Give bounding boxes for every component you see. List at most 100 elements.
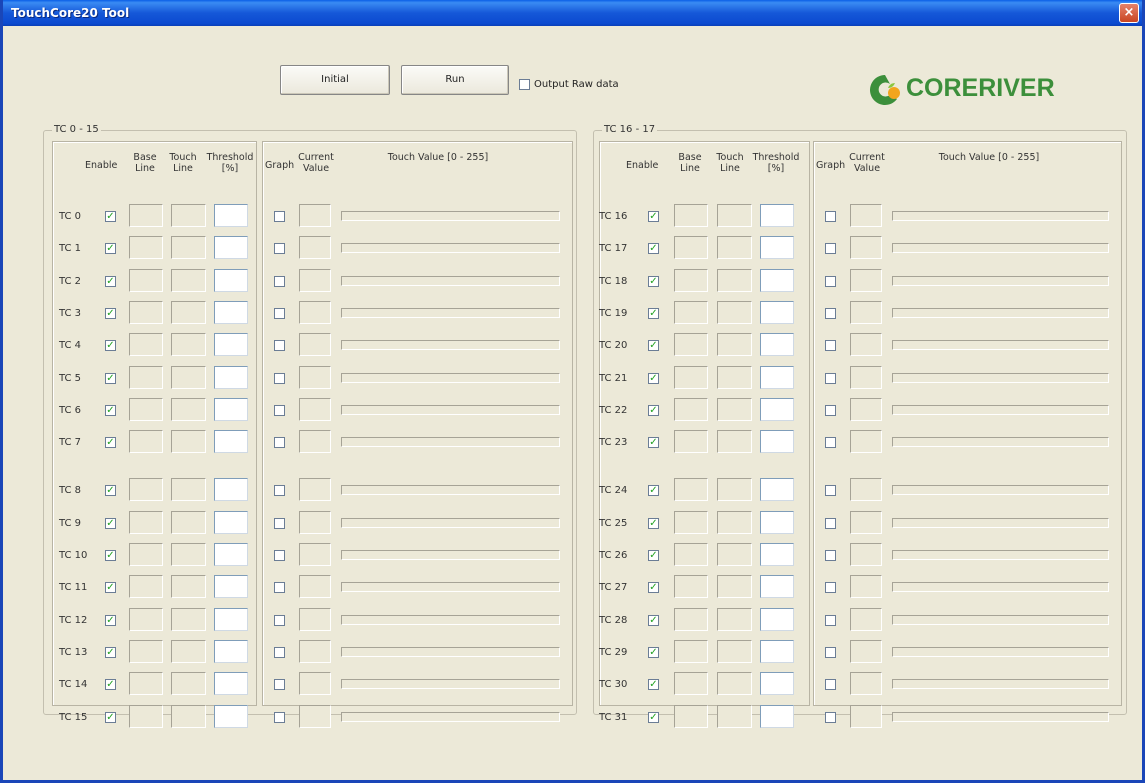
- graph-checkbox[interactable]: [274, 243, 285, 255]
- enable-checkbox[interactable]: ✓: [648, 372, 659, 384]
- enable-checkbox[interactable]: ✓: [648, 211, 659, 222]
- graph-checkbox[interactable]: [825, 550, 836, 561]
- graph-checkbox[interactable]: [274, 307, 285, 319]
- graph-checkbox[interactable]: [825, 485, 836, 497]
- enable-checkbox[interactable]: ✓: [648, 517, 659, 529]
- enable-checkbox[interactable]: ✓: [105, 275, 116, 287]
- threshold-input[interactable]: [760, 607, 794, 631]
- graph-checkbox[interactable]: [274, 614, 285, 626]
- enable-checkbox[interactable]: ✓: [105, 646, 116, 658]
- graph-checkbox[interactable]: [274, 646, 285, 658]
- enable-checkbox[interactable]: ✓: [648, 307, 659, 319]
- enable-checkbox[interactable]: ✓: [105, 517, 116, 529]
- graph-checkbox[interactable]: [825, 243, 836, 255]
- output-raw-data-checkbox[interactable]: [519, 79, 530, 90]
- threshold-input[interactable]: [214, 607, 248, 631]
- graph-checkbox[interactable]: [825, 679, 836, 691]
- enable-checkbox[interactable]: ✓: [105, 711, 116, 723]
- enable-checkbox[interactable]: ✓: [648, 582, 659, 594]
- threshold-input[interactable]: [760, 397, 794, 421]
- threshold-input[interactable]: [214, 333, 248, 357]
- threshold-input[interactable]: [214, 510, 248, 534]
- enable-checkbox[interactable]: ✓: [648, 404, 659, 416]
- threshold-input[interactable]: [214, 204, 248, 227]
- enable-checkbox[interactable]: ✓: [105, 243, 116, 255]
- enable-checkbox[interactable]: ✓: [105, 404, 116, 416]
- threshold-input[interactable]: [214, 365, 248, 389]
- enable-checkbox[interactable]: ✓: [648, 550, 659, 561]
- threshold-input[interactable]: [760, 672, 794, 696]
- initial-button[interactable]: Initial: [280, 65, 390, 95]
- graph-checkbox[interactable]: [274, 275, 285, 287]
- graph-checkbox[interactable]: [825, 582, 836, 594]
- graph-checkbox[interactable]: [274, 437, 285, 449]
- enable-checkbox[interactable]: ✓: [105, 679, 116, 691]
- threshold-input[interactable]: [214, 397, 248, 421]
- threshold-input[interactable]: [214, 543, 248, 566]
- enable-checkbox[interactable]: ✓: [105, 614, 116, 626]
- graph-checkbox[interactable]: [274, 340, 285, 352]
- threshold-input[interactable]: [214, 672, 248, 696]
- enable-checkbox[interactable]: ✓: [105, 485, 116, 497]
- title-bar[interactable]: TouchCore20 Tool ×: [3, 0, 1142, 26]
- threshold-input[interactable]: [760, 333, 794, 357]
- graph-checkbox[interactable]: [274, 404, 285, 416]
- enable-checkbox[interactable]: ✓: [648, 437, 659, 449]
- graph-checkbox[interactable]: [274, 679, 285, 691]
- graph-checkbox[interactable]: [825, 614, 836, 626]
- enable-checkbox[interactable]: ✓: [648, 485, 659, 497]
- threshold-input[interactable]: [760, 575, 794, 599]
- threshold-input[interactable]: [214, 430, 248, 454]
- threshold-input[interactable]: [760, 300, 794, 324]
- threshold-input[interactable]: [214, 236, 248, 260]
- threshold-input[interactable]: [760, 236, 794, 260]
- enable-checkbox[interactable]: ✓: [105, 372, 116, 384]
- graph-checkbox[interactable]: [274, 550, 285, 561]
- close-button[interactable]: ×: [1119, 3, 1139, 23]
- threshold-input[interactable]: [214, 300, 248, 324]
- threshold-input[interactable]: [214, 704, 248, 728]
- threshold-input[interactable]: [214, 268, 248, 292]
- graph-checkbox[interactable]: [825, 437, 836, 449]
- enable-checkbox[interactable]: ✓: [105, 211, 116, 222]
- enable-checkbox[interactable]: ✓: [648, 614, 659, 626]
- enable-checkbox[interactable]: ✓: [648, 243, 659, 255]
- graph-checkbox[interactable]: [274, 582, 285, 594]
- enable-checkbox[interactable]: ✓: [648, 679, 659, 691]
- graph-checkbox[interactable]: [825, 404, 836, 416]
- enable-checkbox[interactable]: ✓: [105, 582, 116, 594]
- enable-checkbox[interactable]: ✓: [648, 711, 659, 723]
- graph-checkbox[interactable]: [825, 372, 836, 384]
- enable-checkbox[interactable]: ✓: [648, 340, 659, 352]
- enable-checkbox[interactable]: ✓: [105, 307, 116, 319]
- graph-checkbox[interactable]: [274, 517, 285, 529]
- threshold-input[interactable]: [214, 575, 248, 599]
- graph-checkbox[interactable]: [274, 211, 285, 222]
- threshold-input[interactable]: [760, 268, 794, 292]
- graph-checkbox[interactable]: [825, 517, 836, 529]
- enable-checkbox[interactable]: ✓: [105, 550, 116, 561]
- threshold-input[interactable]: [760, 204, 794, 227]
- enable-checkbox[interactable]: ✓: [648, 275, 659, 287]
- graph-checkbox[interactable]: [825, 307, 836, 319]
- enable-checkbox[interactable]: ✓: [105, 437, 116, 449]
- graph-checkbox[interactable]: [825, 275, 836, 287]
- graph-checkbox[interactable]: [825, 711, 836, 723]
- threshold-input[interactable]: [760, 478, 794, 502]
- threshold-input[interactable]: [760, 510, 794, 534]
- graph-checkbox[interactable]: [825, 211, 836, 222]
- threshold-input[interactable]: [760, 365, 794, 389]
- graph-checkbox[interactable]: [825, 646, 836, 658]
- enable-checkbox[interactable]: ✓: [105, 340, 116, 352]
- graph-checkbox[interactable]: [274, 485, 285, 497]
- threshold-input[interactable]: [760, 639, 794, 663]
- graph-checkbox[interactable]: [274, 711, 285, 723]
- threshold-input[interactable]: [760, 543, 794, 566]
- graph-checkbox[interactable]: [825, 340, 836, 352]
- threshold-input[interactable]: [214, 478, 248, 502]
- graph-checkbox[interactable]: [274, 372, 285, 384]
- run-button[interactable]: Run: [401, 65, 509, 95]
- enable-checkbox[interactable]: ✓: [648, 646, 659, 658]
- threshold-input[interactable]: [760, 704, 794, 728]
- threshold-input[interactable]: [214, 639, 248, 663]
